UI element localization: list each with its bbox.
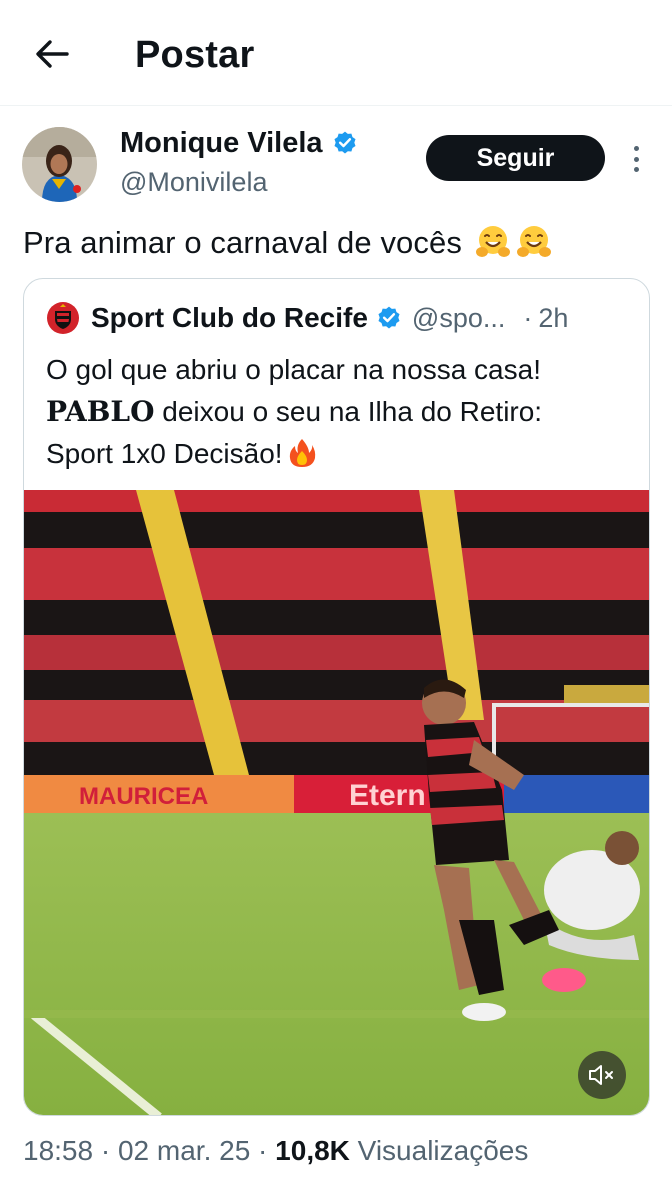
mute-button[interactable] [578, 1051, 626, 1099]
author-name: Monique Vilela [120, 127, 323, 159]
quoted-text-line-3: Sport 1x0 Decisão! [46, 433, 636, 475]
quoted-text-line-1: O gol que abriu o placar na nossa casa! [46, 354, 541, 385]
quoted-post-header: Sport Club do Recife @spo... · 2h [46, 300, 636, 336]
views-count[interactable]: 10,8K [275, 1135, 350, 1166]
page-title: Postar [135, 34, 255, 76]
quoted-post-time: 2h [538, 302, 569, 333]
more-options-button[interactable] [624, 142, 648, 176]
more-vertical-icon [633, 146, 639, 151]
follow-button[interactable]: Seguir [426, 135, 605, 181]
arrow-left-icon [36, 40, 69, 68]
author-handle[interactable]: @Monivilela [120, 165, 267, 199]
quoted-author-handle: @spo... [411, 302, 506, 333]
quoted-video[interactable]: MAURICEA Etern [24, 490, 649, 1115]
quoted-bold-name: PABLO [46, 395, 155, 428]
back-button[interactable] [28, 30, 76, 78]
post-meta: 18:58 · 02 mar. 25 · 10,8K Visualizações [23, 1135, 529, 1166]
post-date: 02 mar. 25 [117, 1135, 251, 1166]
author-avatar[interactable] [22, 127, 97, 202]
post-time: 18:58 [23, 1135, 94, 1166]
quoted-text-line-2: PABLO deixou o seu na Ilha do Retiro: [46, 395, 543, 428]
verified-badge-icon [378, 306, 400, 329]
hugging-face-emoji [516, 226, 551, 257]
fire-emoji [289, 439, 315, 467]
ad-board-2-text: Etern [349, 779, 426, 812]
video-frame: MAURICEA Etern [24, 490, 649, 1115]
verified-badge-icon [334, 131, 356, 154]
quoted-post-text: O gol que abriu o placar na nossa casa! … [46, 349, 636, 475]
sport-recife-crest-icon [47, 302, 79, 334]
top-bar: Postar [0, 0, 672, 106]
post-text-content: Pra animar o carnaval de vocês [23, 225, 462, 260]
author-name-row[interactable]: Monique Vilela [120, 124, 358, 162]
quoted-time-separator: · [523, 302, 533, 333]
views-label: Visualizações [349, 1135, 529, 1166]
ad-board-1-text: MAURICEA [79, 783, 208, 810]
hugging-face-emoji [475, 226, 510, 257]
quoted-post-card[interactable]: Sport Club do Recife @spo... · 2h O gol … [23, 278, 650, 1116]
speaker-muted-icon [589, 1065, 613, 1085]
post-text: Pra animar o carnaval de vocês [23, 222, 553, 264]
quoted-author-name: Sport Club do Recife [91, 302, 368, 333]
